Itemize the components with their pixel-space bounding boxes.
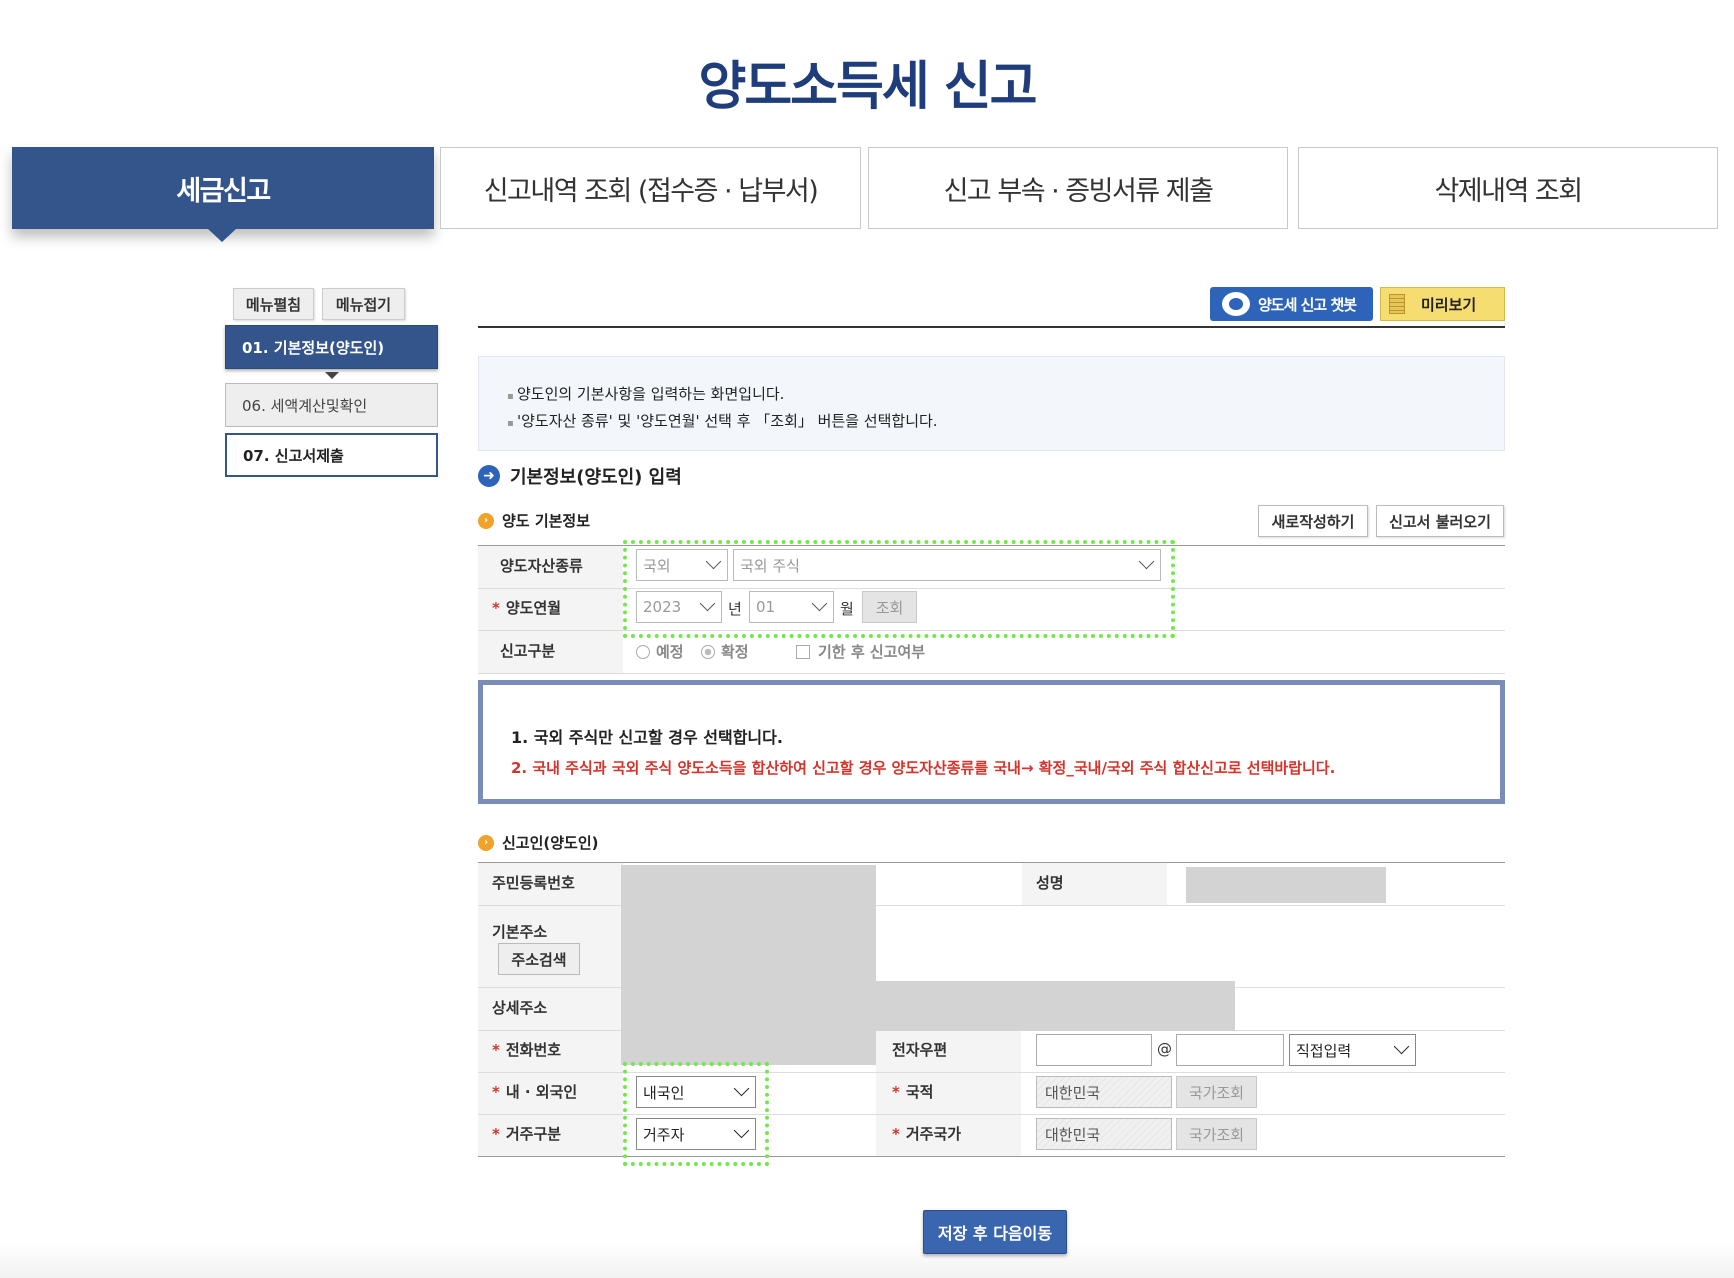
- side-item-tax-calc[interactable]: 06. 세액계산및확인: [225, 383, 438, 427]
- radio-icon: [636, 645, 650, 659]
- page-title: 양도소득세 신고: [698, 57, 1038, 117]
- side-arrow-icon: [325, 372, 339, 379]
- info-line: 양도인의 기본사항을 입력하는 화면입니다.: [507, 382, 1476, 409]
- row-divider: [478, 673, 1505, 674]
- highlight-box: [623, 540, 1175, 638]
- masked-rrn-address: [621, 865, 876, 1065]
- document-icon: [1389, 294, 1405, 314]
- transfer-month-label: * 양도연월: [492, 599, 562, 617]
- residence-country-label: * 거주국가: [892, 1125, 962, 1143]
- nationality-field: 대한민국: [1036, 1076, 1172, 1108]
- page-bottom: [0, 1240, 1734, 1278]
- residence-country-lookup-button[interactable]: 국가조회: [1176, 1118, 1257, 1150]
- notice-warning: 2. 국내 주식과 국외 주식 양도소득을 합산하여 신고할 경우 양도자산종류…: [511, 759, 1336, 777]
- name-label: 성명: [1036, 874, 1064, 892]
- chevron-down-icon: [1393, 1038, 1410, 1055]
- phone-label: * 전화번호: [492, 1041, 562, 1059]
- menu-expand-button[interactable]: 메뉴펼침: [233, 288, 314, 320]
- nationality-lookup-button[interactable]: 국가조회: [1176, 1076, 1257, 1108]
- checkbox-icon: [796, 645, 810, 659]
- radio-selected-icon: [701, 645, 715, 659]
- residence-label: * 거주구분: [492, 1125, 562, 1143]
- side-item-label: 07. 신고서제출: [243, 446, 344, 465]
- rrn-label: 주민등록번호: [492, 874, 575, 892]
- new-report-button[interactable]: 새로작성하기: [1258, 505, 1368, 537]
- table-border: [478, 862, 1505, 863]
- masked-detail-address: [876, 981, 1235, 1031]
- nationality-label: * 국적: [892, 1083, 934, 1101]
- detail-address-label: 상세주소: [492, 999, 548, 1017]
- email-domain-select[interactable]: 직접입력: [1289, 1034, 1416, 1066]
- residence-country-field: 대한민국: [1036, 1118, 1172, 1150]
- address-search-button[interactable]: 주소검색: [498, 943, 580, 975]
- bullet-icon: ›: [478, 512, 494, 529]
- email-domain-field[interactable]: [1176, 1034, 1284, 1066]
- highlight-box: [623, 1062, 769, 1166]
- side-item-label: 06. 세액계산및확인: [242, 396, 368, 415]
- transfer-basic-title: 양도 기본정보: [502, 512, 591, 530]
- preview-button[interactable]: 미리보기: [1380, 287, 1505, 321]
- asset-type-label: 양도자산종류: [500, 557, 583, 575]
- tab-tax-report[interactable]: 세금신고: [12, 147, 434, 229]
- section-heading: ➜ 기본정보(양도인) 입력: [478, 463, 682, 489]
- section-title: 기본정보(양도인) 입력: [510, 467, 682, 488]
- option-final[interactable]: 확정: [701, 641, 749, 662]
- chatbot-button[interactable]: 양도세 신고 챗봇: [1210, 287, 1373, 321]
- email-id-field[interactable]: [1036, 1034, 1152, 1066]
- bullet-icon: ›: [478, 834, 494, 851]
- info-box: 양도인의 기본사항을 입력하는 화면입니다. '양도자산 종류' 및 '양도연월…: [478, 356, 1505, 451]
- divider: [478, 326, 1505, 328]
- address-label: 기본주소: [492, 923, 548, 941]
- tab-deleted-history[interactable]: 삭제내역 조회: [1298, 147, 1718, 229]
- notice-line: 1. 국외 주식만 신고할 경우 선택합니다.: [511, 728, 783, 747]
- applicant-heading: › 신고인(양도인): [478, 832, 599, 853]
- side-item-submit[interactable]: 07. 신고서제출: [225, 433, 438, 477]
- email-label: 전자우편: [892, 1041, 948, 1059]
- arrow-right-icon: ➜: [478, 465, 500, 487]
- report-type-label: 신고구분: [500, 642, 556, 660]
- side-item-label: 01. 기본정보(양도인): [242, 338, 385, 357]
- tab-submit-documents[interactable]: 신고 부속 · 증빙서류 제출: [868, 147, 1288, 229]
- option-planned[interactable]: 예정: [636, 641, 684, 662]
- email-at: @: [1157, 1040, 1172, 1058]
- save-next-button[interactable]: 저장 후 다음이동: [923, 1210, 1067, 1254]
- transfer-basic-heading: › 양도 기본정보: [478, 510, 590, 531]
- info-line: '양도자산 종류' 및 '양도연월' 선택 후 「조회」 버튼을 선택합니다.: [507, 409, 1476, 436]
- late-report-checkbox[interactable]: 기한 후 신고여부: [796, 641, 925, 662]
- chatbot-label: 양도세 신고 챗봇: [1258, 295, 1357, 314]
- residency-type-label: * 내 · 외국인: [492, 1083, 578, 1101]
- tab-report-history[interactable]: 신고내역 조회 (접수증 · 납부서): [440, 147, 861, 229]
- load-report-button[interactable]: 신고서 불러오기: [1376, 505, 1504, 537]
- applicant-title: 신고인(양도인): [502, 834, 599, 852]
- notice-box: 1. 국외 주식만 신고할 경우 선택합니다. 2. 국내 주식과 국외 주식 …: [478, 680, 1505, 804]
- menu-collapse-button[interactable]: 메뉴접기: [322, 288, 405, 320]
- preview-label: 미리보기: [1421, 295, 1477, 314]
- chatbot-icon: [1222, 292, 1250, 316]
- side-item-basic-info[interactable]: 01. 기본정보(양도인): [225, 325, 438, 369]
- active-tab-arrow: [208, 229, 236, 242]
- masked-name: [1186, 867, 1386, 903]
